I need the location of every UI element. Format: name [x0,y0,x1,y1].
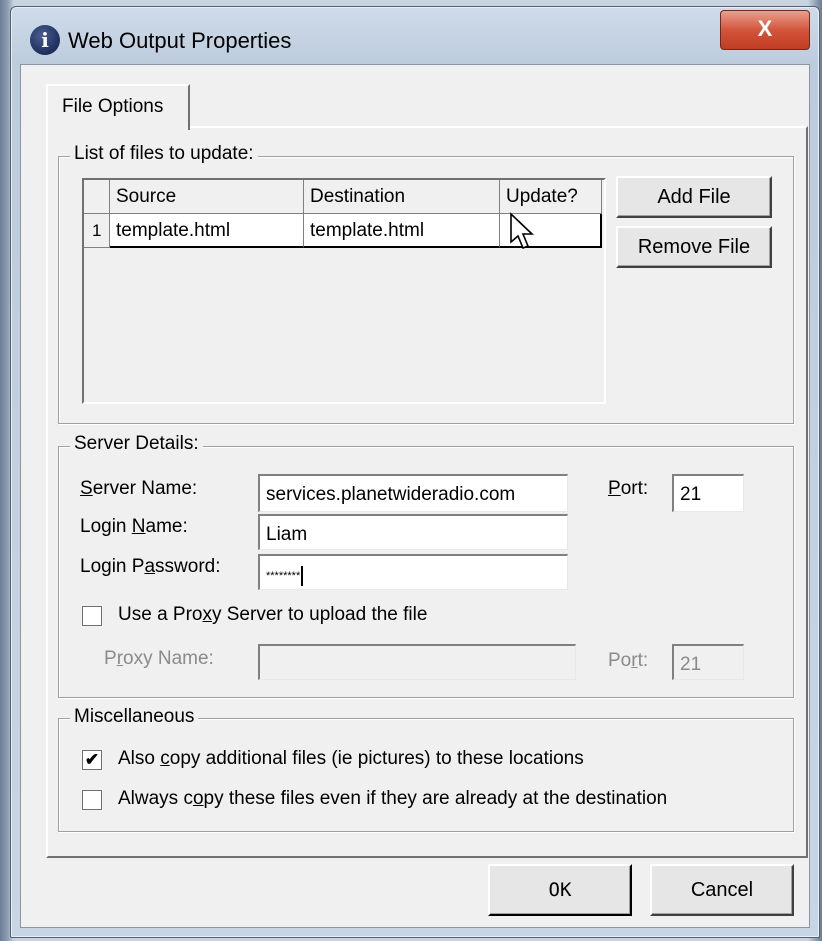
proxy-checkbox-label[interactable]: Use a Proxy Server to upload the file [118,604,427,626]
misc-group [58,718,794,832]
cell-destination[interactable]: template.html [304,214,500,248]
proxy-port-input[interactable]: 21 [672,644,744,680]
password-mask: ******** [266,569,301,582]
text-caret [301,565,304,586]
cell-source[interactable]: template.html [110,214,304,248]
login-password-input[interactable]: ******** [258,554,568,590]
server-name-label: Server Name: [80,478,198,499]
proxy-name-input[interactable] [258,644,576,680]
close-button[interactable]: X [720,10,810,50]
server-name-input[interactable]: services.planetwideradio.com [258,474,568,512]
copy-additional-label[interactable]: Also copy additional files (ie pictures)… [118,748,584,770]
always-copy-label[interactable]: Always copy these files even if they are… [118,788,667,810]
ok-button[interactable]: OK [488,864,632,916]
proxy-checkbox[interactable] [82,606,102,626]
login-name-label: Login Name: [80,516,188,537]
grid-corner-header [84,180,110,214]
info-icon: i [30,25,60,55]
column-header-update[interactable]: Update? [500,180,602,214]
proxy-name-label: Proxy Name: [104,648,214,669]
proxy-port-label: Port: [608,650,649,671]
window-title: Web Output Properties [68,28,292,53]
tab-file-options[interactable]: File Options [46,84,190,130]
always-copy-checkbox[interactable] [82,790,102,810]
cancel-button[interactable]: Cancel [650,864,794,916]
port-input[interactable]: 21 [672,474,744,512]
login-password-label: Login Password: [80,556,221,577]
misc-group-label: Miscellaneous [70,706,199,728]
remove-file-button[interactable]: Remove File [616,226,772,268]
column-header-source[interactable]: Source [110,180,304,214]
port-label: Port: [608,478,649,499]
tab-label: File Options [62,96,164,117]
login-name-input[interactable]: Liam [258,514,568,550]
server-details-group-label: Server Details: [70,433,203,455]
add-file-button[interactable]: Add File [616,176,772,218]
row-number[interactable]: 1 [84,214,110,248]
copy-additional-checkbox[interactable]: ✔ [82,750,102,770]
mouse-pointer-icon [510,212,534,250]
files-group-label: List of files to update: [70,143,258,165]
column-header-destination[interactable]: Destination [304,180,500,214]
